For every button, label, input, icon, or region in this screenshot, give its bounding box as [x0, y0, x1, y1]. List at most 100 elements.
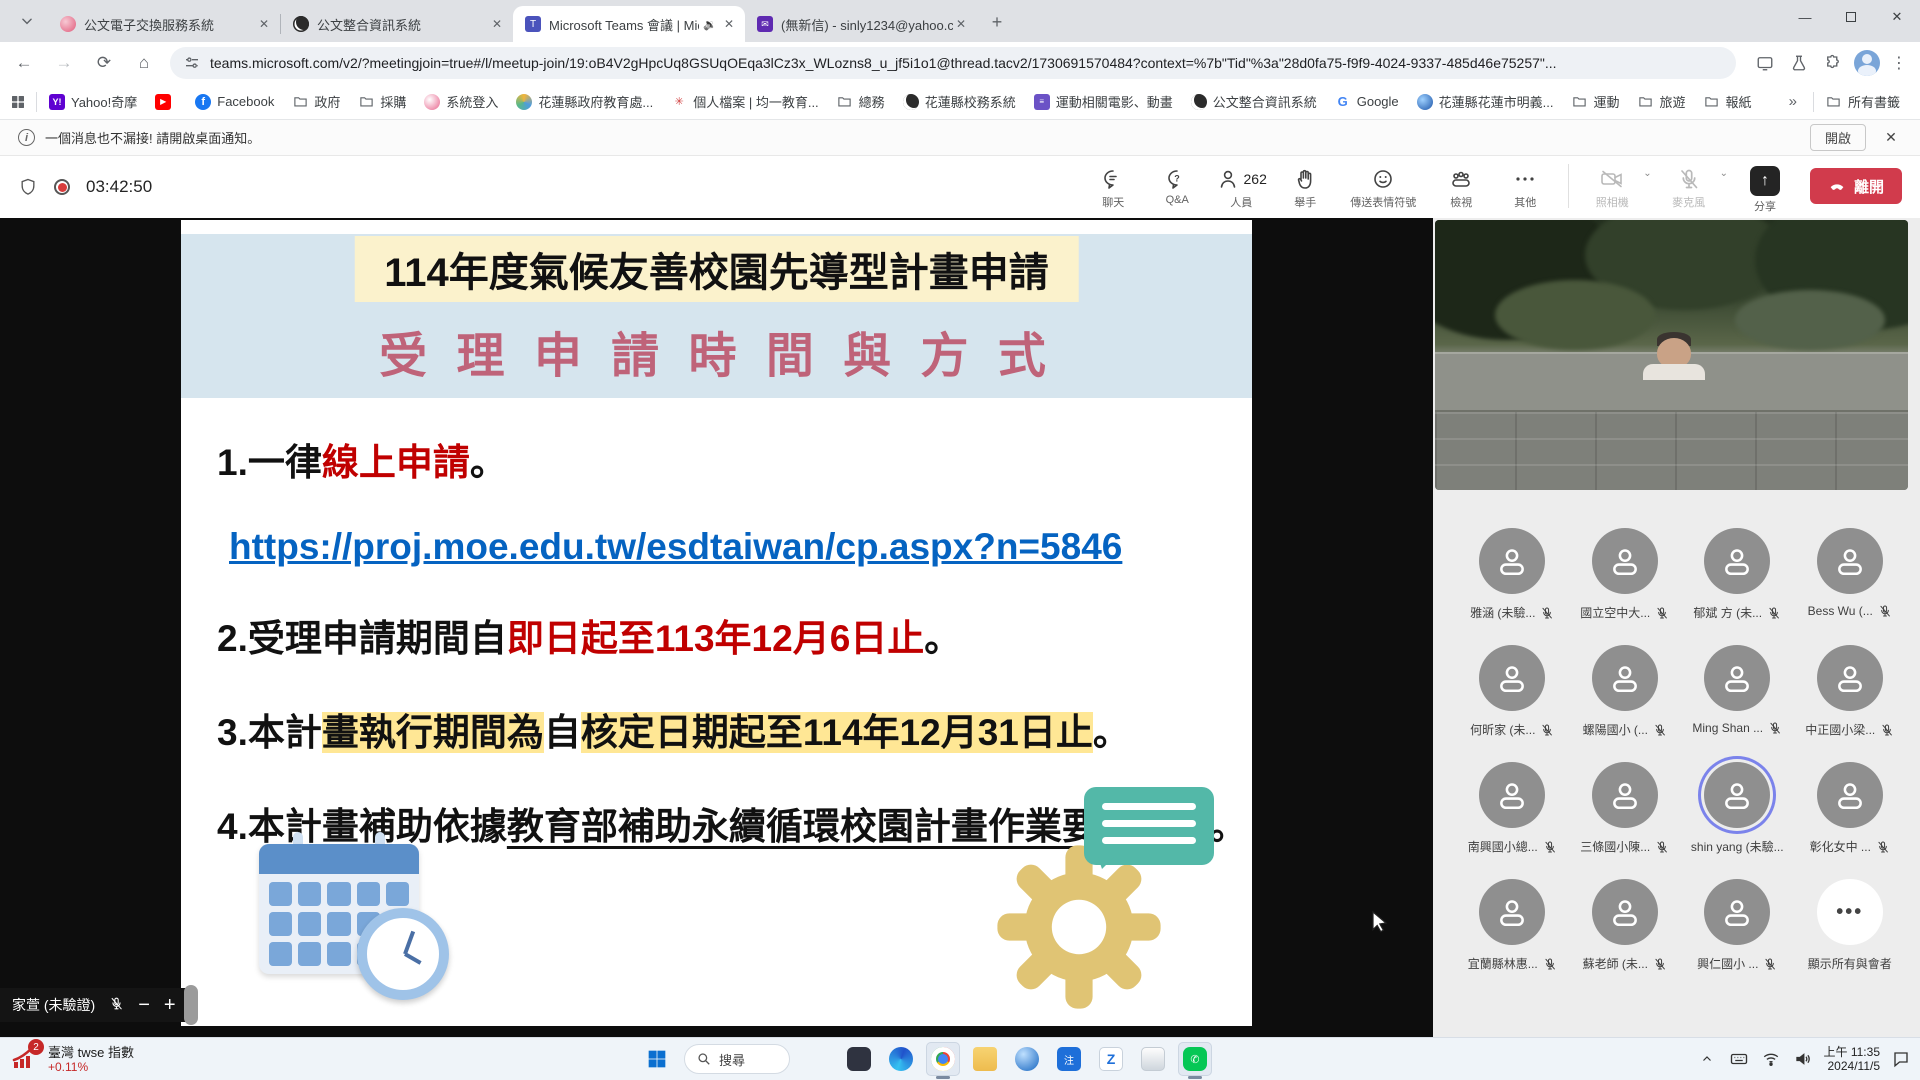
- maximize-button[interactable]: [1828, 0, 1874, 34]
- bookmark-item[interactable]: 公文整合資訊系統: [1191, 92, 1317, 111]
- taskbar-app-file-explorer[interactable]: [968, 1042, 1002, 1076]
- participant-tile[interactable]: 螺陽國小 (...: [1574, 645, 1677, 738]
- hidden-icons-chevron[interactable]: [1696, 1053, 1718, 1065]
- home-button[interactable]: ⌂: [128, 47, 160, 79]
- minimize-button[interactable]: —: [1782, 0, 1828, 34]
- taskbar-app-blue-tile-app[interactable]: 注: [1052, 1042, 1086, 1076]
- close-button[interactable]: ✕: [1874, 0, 1920, 34]
- taskbar-app-chrome-browser[interactable]: [926, 1042, 960, 1076]
- extensions-icon[interactable]: [1818, 48, 1848, 78]
- start-button[interactable]: [640, 1042, 674, 1076]
- tab-close-icon[interactable]: ✕: [721, 16, 737, 32]
- leave-button[interactable]: 離開: [1810, 168, 1902, 204]
- bookmark-item[interactable]: fFacebook: [195, 94, 274, 110]
- browser-tab-2[interactable]: 公文整合資訊系統✕: [281, 6, 513, 42]
- taskbar-app-dark-app[interactable]: [842, 1042, 876, 1076]
- bookmark-item[interactable]: Y!Yahoo!奇摩: [49, 92, 137, 111]
- notification-close-icon[interactable]: ✕: [1876, 129, 1906, 146]
- apps-grid-icon[interactable]: [10, 94, 26, 110]
- bookmark-item[interactable]: ▶: [155, 94, 177, 110]
- bookmark-item[interactable]: 運動: [1572, 92, 1620, 111]
- volume-icon[interactable]: [1792, 1050, 1814, 1068]
- participant-tile[interactable]: Bess Wu (...: [1799, 528, 1902, 621]
- participant-tile[interactable]: 宜蘭縣林惠...: [1461, 879, 1564, 972]
- meeting-emoji-button[interactable]: 傳送表情符號: [1340, 160, 1426, 210]
- tab-search-chevron-icon[interactable]: [10, 4, 44, 38]
- network-icon[interactable]: [1760, 1050, 1782, 1068]
- bookmark-item[interactable]: 花蓮縣校務系統: [903, 92, 1016, 111]
- site-info-icon[interactable]: [184, 55, 200, 71]
- mic-dropdown-chevron[interactable]: ⌄: [1720, 168, 1728, 179]
- bookmark-item[interactable]: GGoogle: [1335, 94, 1399, 110]
- taskbar-app-gray-app[interactable]: [1136, 1042, 1170, 1076]
- browser-tab-1[interactable]: 公文電子交換服務系統✕: [48, 6, 280, 42]
- zoom-out-button[interactable]: −: [138, 994, 150, 1017]
- meeting-person-button[interactable]: 262人員: [1212, 160, 1270, 210]
- touch-keyboard-icon[interactable]: [1728, 1050, 1750, 1068]
- taskbar-app-colorful-app[interactable]: [800, 1042, 834, 1076]
- participant-tile[interactable]: 國立空中大...: [1574, 528, 1677, 621]
- participant-tile[interactable]: 興仁國小 ...: [1686, 879, 1789, 972]
- mic-button[interactable]: 麥克風: [1660, 160, 1718, 210]
- participant-tile[interactable]: 彰化女中 ...: [1799, 762, 1902, 855]
- tab-audio-icon[interactable]: 🔉: [703, 18, 717, 31]
- browser-tab-3[interactable]: TMicrosoft Teams 會議 | Mic🔉✕: [513, 6, 745, 42]
- taskbar-app-blue-sphere-app[interactable]: [1010, 1042, 1044, 1076]
- browser-tab-4[interactable]: ✉(無新信) - sinly1234@yahoo.c...✕: [745, 6, 977, 42]
- notification-center-icon[interactable]: [1890, 1050, 1912, 1068]
- profile-avatar[interactable]: [1854, 50, 1880, 76]
- meeting-hand-button[interactable]: 舉手: [1276, 160, 1334, 210]
- participant-video-tile[interactable]: [1435, 220, 1908, 490]
- forward-button[interactable]: →: [48, 47, 80, 79]
- bookmark-item[interactable]: ✳個人檔案 | 均一教育...: [671, 92, 818, 111]
- slide-text-segment[interactable]: https://proj.moe.edu.tw/esdtaiwan/cp.asp…: [229, 526, 1122, 567]
- participant-tile[interactable]: 三條國小陳...: [1574, 762, 1677, 855]
- all-bookmarks-folder[interactable]: 所有書籤: [1826, 92, 1900, 111]
- zoom-in-button[interactable]: +: [164, 994, 176, 1017]
- enable-notifications-button[interactable]: 開啟: [1810, 124, 1866, 151]
- participant-tile[interactable]: 蘇老師 (未...: [1574, 879, 1677, 972]
- meeting-qa-button[interactable]: ?Q&A: [1148, 160, 1206, 206]
- tab-close-icon[interactable]: ✕: [256, 16, 272, 32]
- bookmark-item[interactable]: 政府: [292, 92, 340, 111]
- participant-tile[interactable]: 雅涵 (未驗...: [1461, 528, 1564, 621]
- bookmark-item[interactable]: 系統登入: [424, 92, 498, 111]
- url-text[interactable]: teams.microsoft.com/v2/?meetingjoin=true…: [210, 55, 1722, 71]
- participant-tile[interactable]: 南興國小總...: [1461, 762, 1564, 855]
- bookmarks-overflow-chevron[interactable]: »: [1789, 93, 1797, 110]
- participant-tile[interactable]: shin yang (未驗...: [1686, 762, 1789, 855]
- cast-icon[interactable]: [1750, 48, 1780, 78]
- tab-close-icon[interactable]: ✕: [953, 16, 969, 32]
- bookmark-item[interactable]: 報紙: [1704, 92, 1752, 111]
- meeting-more-button[interactable]: 其他: [1496, 160, 1554, 210]
- bookmark-item[interactable]: 花蓮縣政府教育處...: [516, 92, 653, 111]
- bookmark-item[interactable]: 採購: [358, 92, 406, 111]
- taskbar-app-z-notepad-app[interactable]: Z: [1094, 1042, 1128, 1076]
- camera-button[interactable]: 照相機: [1583, 160, 1641, 210]
- taskbar-app-line-app[interactable]: ✆: [1178, 1042, 1212, 1076]
- share-button[interactable]: ↑分享: [1736, 160, 1794, 214]
- bookmark-item[interactable]: 總務: [837, 92, 885, 111]
- participant-tile[interactable]: Ming Shan ...: [1686, 645, 1789, 738]
- meeting-chat-button[interactable]: 聊天: [1084, 160, 1142, 210]
- back-button[interactable]: ←: [8, 47, 40, 79]
- participant-tile[interactable]: 郁斌 方 (未...: [1686, 528, 1789, 621]
- bookmark-item[interactable]: 旅遊: [1638, 92, 1686, 111]
- taskbar-app-edge-browser[interactable]: [884, 1042, 918, 1076]
- browser-menu-kebab-icon[interactable]: ⋮: [1884, 48, 1914, 78]
- taskbar-clock[interactable]: 上午 11:35 2024/11/5: [1824, 1045, 1880, 1073]
- camera-dropdown-chevron[interactable]: ⌄: [1643, 168, 1651, 179]
- tab-close-icon[interactable]: ✕: [489, 16, 505, 32]
- stage-resize-handle[interactable]: [184, 985, 198, 1025]
- participant-tile[interactable]: 何昕家 (未...: [1461, 645, 1564, 738]
- stock-widget[interactable]: 2 臺灣 twse 指數 +0.11%: [10, 1044, 250, 1074]
- labs-icon[interactable]: [1784, 48, 1814, 78]
- bookmark-item[interactable]: ≡運動相關電影、動畫: [1034, 92, 1173, 111]
- show-all-participants-tile[interactable]: •••顯示所有與會者: [1799, 879, 1902, 972]
- bookmark-item[interactable]: 花蓮縣花蓮市明義...: [1417, 92, 1554, 111]
- reload-button[interactable]: ⟳: [88, 47, 120, 79]
- new-tab-button[interactable]: +: [983, 8, 1011, 36]
- participant-tile[interactable]: 中正國小梁...: [1799, 645, 1902, 738]
- taskbar-search[interactable]: 搜尋: [684, 1044, 790, 1074]
- address-bar[interactable]: teams.microsoft.com/v2/?meetingjoin=true…: [170, 47, 1736, 79]
